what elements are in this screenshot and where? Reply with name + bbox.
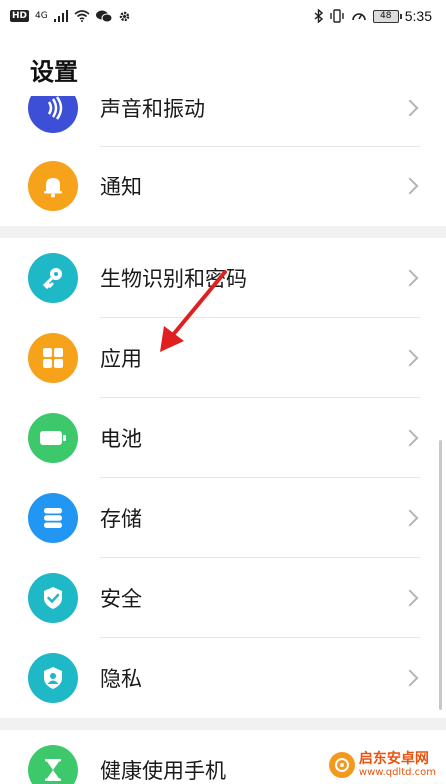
status-left: HD 4G (10, 10, 131, 23)
watermark-name: 启东安卓网 (358, 750, 429, 767)
page-title: 设置 (30, 58, 78, 86)
signal-icon (53, 10, 68, 22)
settings-item-label: 通知 (100, 175, 142, 199)
settings-item-label: 隐私 (100, 667, 142, 691)
settings-item-label: 电池 (100, 427, 142, 451)
sound-icon (28, 96, 78, 133)
clock: 5:35 (404, 8, 432, 24)
settings-item-label: 安全 (100, 587, 142, 611)
settings-gear-icon (119, 11, 129, 21)
bell-icon (28, 161, 78, 211)
chevron-right-icon (401, 269, 419, 287)
storage-icon (28, 493, 78, 543)
chevron-right-icon (401, 669, 419, 687)
chevron-right-icon (401, 349, 419, 367)
wechat-icon (95, 10, 112, 22)
vibrate-icon (330, 9, 344, 23)
chevron-right-icon (401, 589, 419, 607)
settings-item-label: 应用 (100, 347, 142, 371)
status-right: 48 5:35 (314, 8, 432, 24)
settings-item-privacy[interactable]: 隐私 (0, 638, 446, 718)
key-icon (28, 253, 78, 303)
hourglass-icon (28, 745, 78, 784)
scrollbar[interactable] (439, 440, 442, 710)
apps-grid-icon (28, 333, 78, 383)
battery-indicator: 48 (372, 9, 402, 23)
battery-icon (28, 413, 78, 463)
settings-item-biometrics[interactable]: 生物识别和密码 (0, 238, 446, 318)
settings-item-label: 声音和振动 (100, 97, 205, 121)
watermark-text: 启东安卓网 www.qdltd.com (358, 750, 436, 778)
chevron-right-icon (401, 429, 419, 447)
settings-item-apps[interactable]: 应用 (0, 318, 446, 398)
settings-item-battery[interactable]: 电池 (0, 398, 446, 478)
chevron-right-icon (401, 177, 419, 195)
settings-item-notifications[interactable]: 通知 (0, 146, 446, 226)
group-separator (0, 718, 446, 730)
settings-item-storage[interactable]: 存储 (0, 478, 446, 558)
watermark-url: www.qdltd.com (358, 767, 436, 778)
group-separator (0, 226, 446, 238)
hd-badge: HD (10, 10, 30, 22)
bluetooth-icon (314, 9, 323, 23)
chevron-right-icon (401, 99, 419, 117)
speed-icon (351, 13, 366, 21)
network-type: 4G (35, 10, 48, 21)
wifi-icon (74, 10, 90, 22)
status-bar: HD 4G 48 5:35 (0, 0, 446, 32)
settings-item-label: 存储 (100, 507, 142, 531)
chevron-right-icon (401, 509, 419, 527)
settings-item-label: 健康使用手机 (100, 759, 226, 783)
watermark-logo-icon (328, 751, 355, 778)
privacy-icon (28, 653, 78, 703)
shield-check-icon (28, 573, 78, 623)
settings-item-security[interactable]: 安全 (0, 558, 446, 638)
watermark: 启东安卓网 www.qdltd.com (324, 749, 440, 780)
settings-item-label: 生物识别和密码 (100, 267, 247, 291)
